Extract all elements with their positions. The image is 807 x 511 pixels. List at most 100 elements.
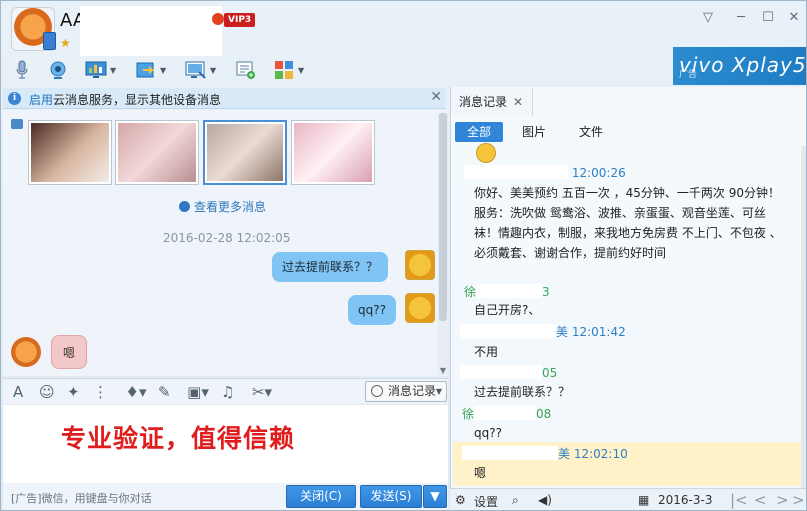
ad-tag: 广告 <box>679 70 698 80</box>
video-call-button[interactable] <box>47 56 69 84</box>
camera-icon <box>11 119 23 129</box>
history-entry-header: 12:00:26 <box>464 165 626 180</box>
calendar-icon[interactable]: ▦ <box>638 493 649 507</box>
view-more-messages-link[interactable]: 查看更多消息 <box>179 198 266 215</box>
close-window-button[interactable]: ✕ <box>784 9 804 27</box>
speaker-icon[interactable]: ◀) <box>538 493 552 507</box>
close-button[interactable]: 关闭(C) <box>286 485 356 508</box>
photo-thumbnail[interactable] <box>28 120 112 185</box>
more-apps-button[interactable]: ▼ <box>273 56 304 84</box>
peer-avatar <box>11 337 41 367</box>
emoji-icon[interactable]: ☺ <box>39 383 55 401</box>
input-toolbar: A ☺ ✦ ⋮ ♦▾ ✎ ▣▾ ♫ ✂▾ 消息记录 ▼ <box>3 378 448 404</box>
minimize-button[interactable]: ─ <box>731 9 751 27</box>
chat-window: AA ★ VIP3 ▽ ─ ☐ ✕ ▼ ▼ ▼ ▼ vivo Xplay5 广告… <box>0 0 807 511</box>
filter-images[interactable]: 图片 <box>514 122 554 142</box>
history-entry-text: qq?? <box>474 426 502 440</box>
emoji-icon <box>476 143 496 163</box>
send-file-button[interactable]: ▼ <box>135 56 166 84</box>
history-entry-text: 你好、美美预约 五百一次 ，45分钟、一千两次 90分钟！服务：洗吹做 鸳鸯浴、… <box>474 186 782 260</box>
image-icon[interactable]: ▣▾ <box>183 383 213 401</box>
first-page-icon[interactable]: |< <box>730 491 748 509</box>
history-entry-header: 美 12:02:10 <box>462 445 628 462</box>
tab-message-history[interactable]: 消息记录 ✕ <box>451 88 533 116</box>
ad-brand: vivo Xplay5 <box>679 53 807 77</box>
prev-page-icon[interactable]: < <box>754 491 767 509</box>
ad-banner[interactable]: vivo Xplay5 广告 <box>673 47 807 85</box>
history-scrollbar[interactable] <box>801 146 806 488</box>
history-entry-header: 美 12:01:42 <box>460 323 626 340</box>
maximize-button[interactable]: ☐ <box>758 9 778 27</box>
font-icon[interactable]: A <box>13 383 23 401</box>
settings-link[interactable]: 设置 <box>474 493 498 510</box>
edit-icon[interactable]: ✎ <box>158 383 171 401</box>
self-avatar <box>405 250 435 280</box>
screen-share-icon <box>85 59 107 81</box>
contact-avatar[interactable] <box>11 7 56 51</box>
add-app-button[interactable] <box>235 56 257 84</box>
voice-message-icon[interactable]: ⋮ <box>93 383 108 401</box>
compose-footer: [广告]微信，用键盘与你对话 关闭(C) 发送(S) ▼ <box>3 483 448 510</box>
voice-call-button[interactable] <box>11 56 33 84</box>
history-entry-text: 不用 <box>474 345 499 359</box>
info-icon: i <box>8 92 21 105</box>
next-page-icon[interactable]: > <box>776 491 789 509</box>
watermark-text: 专业验证，值得信赖 <box>61 424 296 453</box>
chat-scrollbar[interactable]: ▼ <box>438 113 448 375</box>
screen-share-button[interactable]: ▼ <box>85 56 116 84</box>
outgoing-message: qq?? <box>348 295 396 325</box>
photo-thumbnail[interactable] <box>203 120 287 185</box>
add-app-icon <box>235 59 257 81</box>
footer-ad-link[interactable]: [广告]微信，用键盘与你对话 <box>11 490 152 506</box>
outgoing-message: 过去提前联系？？ <box>272 252 389 282</box>
star-icon: ★ <box>60 36 71 50</box>
self-avatar <box>405 293 435 323</box>
history-footer: ⚙ 设置 ⌕ ◀) ▦ 2016-3-3 |< < > >| <box>450 488 806 510</box>
nudge-icon[interactable]: ✦ <box>67 383 80 401</box>
filter-all[interactable]: 全部 <box>455 122 503 142</box>
remote-desktop-icon <box>185 59 207 81</box>
skin-dropdown-button[interactable]: ▽ <box>698 9 718 27</box>
history-date[interactable]: 2016-3-3 <box>658 493 712 507</box>
send-options-dropdown[interactable]: ▼ <box>423 485 447 508</box>
chevron-down-icon: ▼ <box>435 387 442 396</box>
camera-icon <box>47 59 69 81</box>
redacted-area <box>80 6 222 56</box>
filter-files[interactable]: 文件 <box>571 122 611 142</box>
gear-icon[interactable]: ⚙ <box>455 493 466 507</box>
chevron-down-icon: ▼ <box>210 65 217 75</box>
photo-thumbnail[interactable] <box>291 120 375 185</box>
apps-icon <box>273 59 295 81</box>
history-entry-text: 嗯 <box>474 466 487 480</box>
clock-icon <box>179 201 190 212</box>
mic-icon <box>11 59 33 81</box>
incoming-message: 嗯 <box>51 335 87 369</box>
screenshot-icon[interactable]: ✂▾ <box>247 383 277 401</box>
message-timestamp: 2016-02-28 12:02:05 <box>163 231 291 245</box>
history-entry-header: 05 <box>460 365 557 380</box>
mobile-online-icon <box>43 32 56 50</box>
history-entry-header: 徐 08 <box>462 406 552 421</box>
scrollbar-thumb[interactable] <box>439 113 447 321</box>
cloud-message-notice: i 启用云消息服务，显示其他设备消息 ✕ <box>3 88 446 109</box>
vip-badge: VIP3 <box>211 13 256 27</box>
close-tab-icon[interactable]: ✕ <box>513 95 523 109</box>
remote-desktop-button[interactable]: ▼ <box>185 56 216 84</box>
send-button[interactable]: 发送(S) <box>360 485 422 508</box>
enable-cloud-link[interactable]: 启用 <box>29 93 53 107</box>
search-icon[interactable]: ⌕ <box>512 493 519 508</box>
record-icon[interactable]: ♦▾ <box>121 383 151 401</box>
history-entry-text: 过去提前联系？？ <box>474 385 571 399</box>
message-history-button[interactable]: 消息记录 ▼ <box>365 381 447 402</box>
photo-thumbnail[interactable] <box>115 120 199 185</box>
history-entry-text: 自己开房?、 <box>474 303 541 317</box>
clock-icon <box>371 385 383 397</box>
music-icon[interactable]: ♫ <box>221 383 234 401</box>
last-page-icon[interactable]: >| <box>792 491 806 509</box>
file-transfer-icon <box>135 59 157 81</box>
close-notice-icon[interactable]: ✕ <box>430 89 442 105</box>
notice-text: 云消息服务，显示其他设备消息 <box>53 93 222 107</box>
scroll-down-icon[interactable]: ▼ <box>438 366 448 375</box>
chevron-down-icon: ▼ <box>110 65 117 75</box>
history-entry-header: 徐3 <box>464 284 550 299</box>
